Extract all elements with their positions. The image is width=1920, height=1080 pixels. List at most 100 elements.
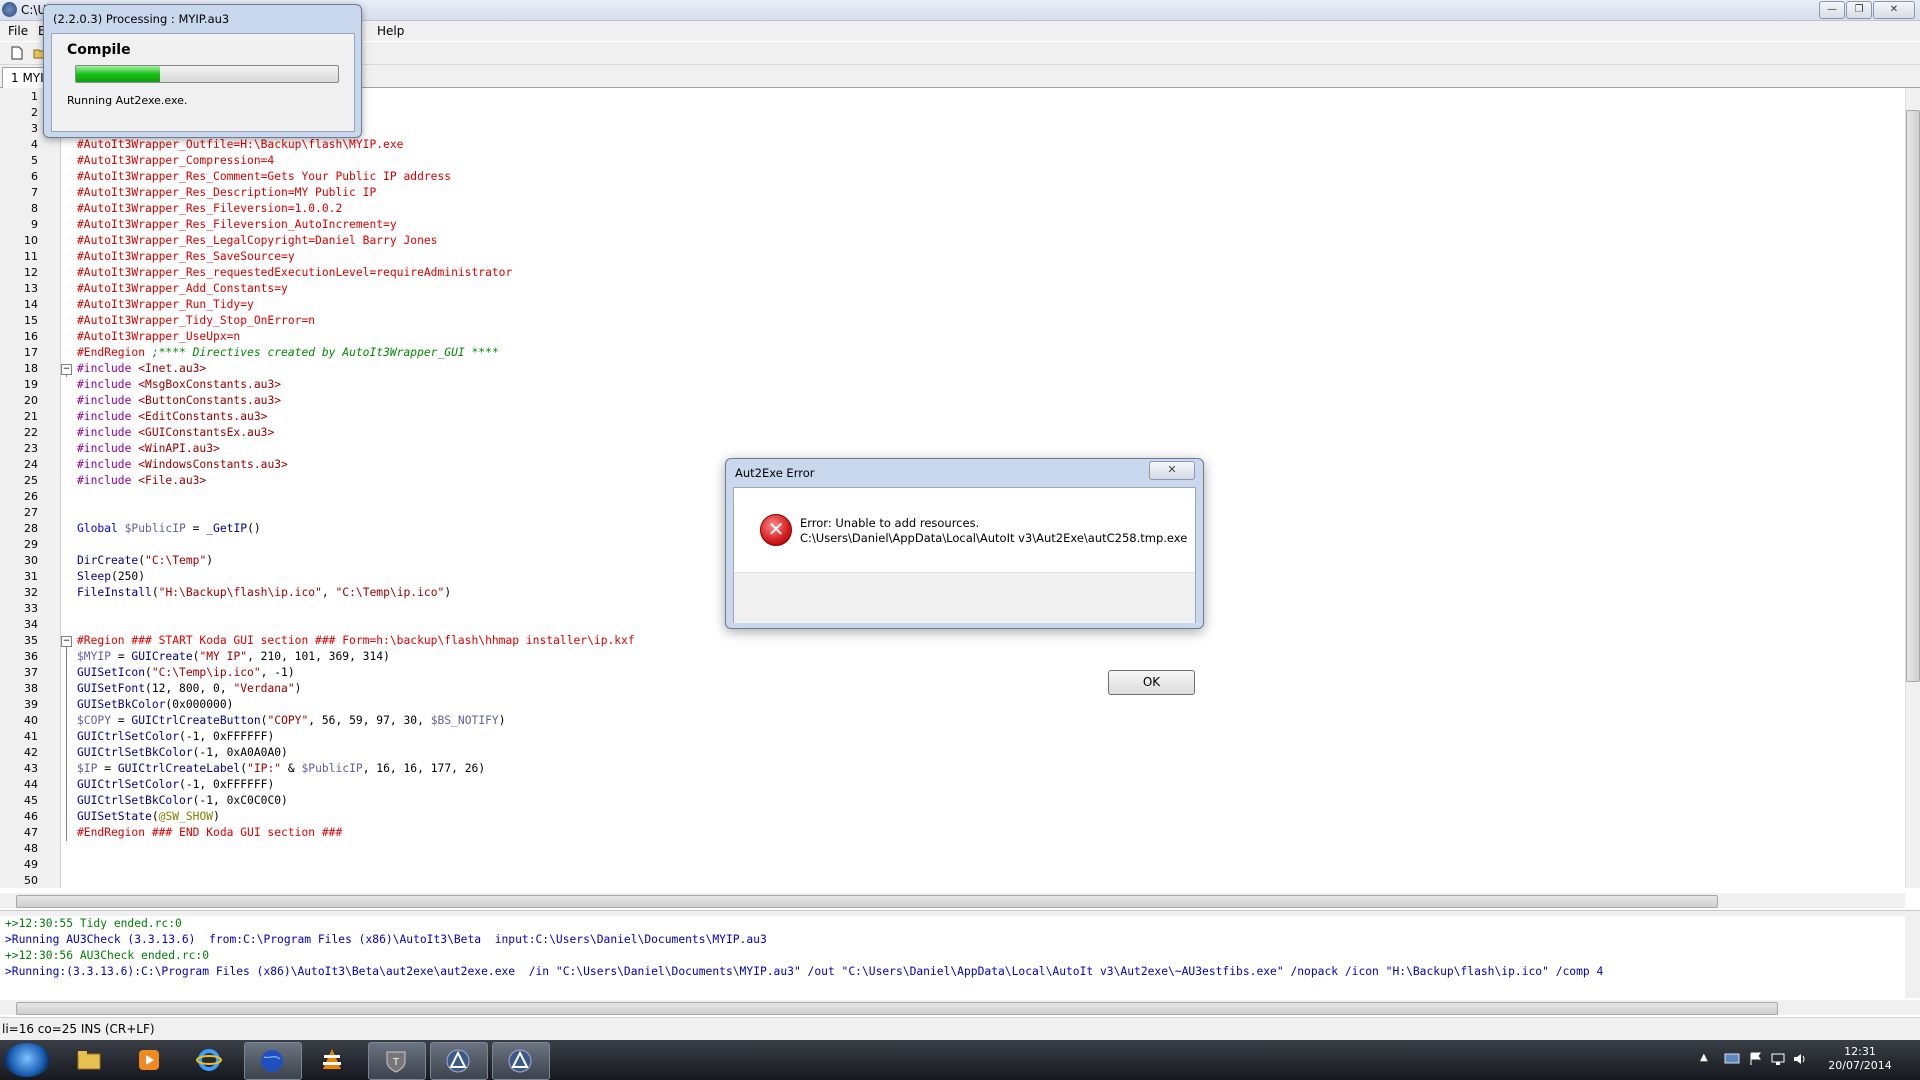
output-line: +>12:30:56 AU3Check ended.rc:0 xyxy=(5,949,210,962)
code-line: #include <GUIConstantsEx.au3> xyxy=(77,426,275,439)
internet-explorer-icon xyxy=(196,1049,222,1071)
code-line: $IP = GUICtrlCreateLabel("IP:" & $Public… xyxy=(77,762,486,775)
line-number: 20 xyxy=(24,394,38,407)
taskbar-vlc[interactable] xyxy=(305,1042,361,1078)
menu-file[interactable]: File xyxy=(8,24,28,38)
line-number: 43 xyxy=(24,762,38,775)
progress-status: Running Aut2exe.exe. xyxy=(67,94,188,107)
action-center-flag-icon[interactable] xyxy=(1748,1051,1764,1067)
maximize-button[interactable]: ❐ xyxy=(1846,1,1872,19)
output-horizontal-scroll-thumb[interactable] xyxy=(16,1002,1778,1015)
network-monitor-icon[interactable] xyxy=(1724,1051,1740,1067)
code-line: #AutoIt3Wrapper_Tidy_Stop_OnError=n xyxy=(77,314,316,327)
volume-icon[interactable] xyxy=(1792,1051,1808,1067)
line-number: 5 xyxy=(31,154,38,167)
world-of-tanks-icon: T xyxy=(386,1051,406,1073)
aut2exe-error-dialog: Aut2Exe Error ✕ ✕ Error: Unable to add r… xyxy=(725,458,1204,695)
progress-bar xyxy=(75,65,339,83)
fold-guide xyxy=(66,375,67,377)
code-line: #include <WindowsConstants.au3> xyxy=(77,458,288,471)
code-line: #include <ButtonConstants.au3> xyxy=(77,394,282,407)
line-number: 30 xyxy=(24,554,38,567)
show-hidden-icons-icon[interactable]: ▲ xyxy=(1700,1052,1708,1063)
ok-button[interactable]: OK xyxy=(1108,670,1195,695)
code-line: #AutoIt3Wrapper_Run_Tidy=y xyxy=(77,298,254,311)
taskbar-globe-app[interactable] xyxy=(244,1042,302,1080)
error-dialog-close-button[interactable]: ✕ xyxy=(1149,461,1195,480)
code-line: GUICtrlSetBkColor(-1, 0xC0C0C0) xyxy=(77,794,288,807)
editor-horizontal-scroll-thumb[interactable] xyxy=(16,895,1718,908)
line-number: 18 xyxy=(24,362,38,375)
start-button[interactable] xyxy=(4,1043,50,1077)
line-number: 47 xyxy=(24,826,38,839)
line-number: 39 xyxy=(24,698,38,711)
line-number: 3 xyxy=(31,122,38,135)
code-line: #AutoIt3Wrapper_Compression=4 xyxy=(77,154,275,167)
status-bar: li=16 co=25 INS (CR+LF) xyxy=(0,1017,1920,1040)
line-number: 16 xyxy=(24,330,38,343)
code-line: GUICtrlSetColor(-1, 0xFFFFFF) xyxy=(77,778,275,791)
line-number: 4 xyxy=(31,138,38,151)
code-line: $MYIP = GUICreate("MY IP", 210, 101, 369… xyxy=(77,650,390,663)
taskbar-autoit[interactable] xyxy=(430,1042,488,1080)
taskbar-autoit-2[interactable] xyxy=(492,1042,550,1080)
line-number: 48 xyxy=(24,842,38,855)
taskbar-media-player[interactable] xyxy=(122,1042,178,1078)
fold-toggle-icon[interactable]: − xyxy=(61,364,72,375)
line-number: 28 xyxy=(24,522,38,535)
line-number: 42 xyxy=(24,746,38,759)
code-line: GUISetBkColor(0x000000) xyxy=(77,698,234,711)
clock-time: 12:31 xyxy=(1844,1045,1876,1058)
output-line: +>12:30:55 Tidy ended.rc:0 xyxy=(5,917,182,930)
code-line: #AutoIt3Wrapper_Add_Constants=y xyxy=(77,282,288,295)
code-line: GUICtrlSetBkColor(-1, 0xA0A0A0) xyxy=(77,746,288,759)
network-icon[interactable] xyxy=(1770,1051,1786,1067)
editor-vertical-scroll-thumb[interactable] xyxy=(1906,110,1920,682)
code-line: Sleep(250) xyxy=(77,570,146,583)
code-line: #AutoIt3Wrapper_Res_Fileversion=1.0.0.2 xyxy=(77,202,343,215)
explorer-icon xyxy=(77,1051,101,1070)
code-line: #AutoIt3Wrapper_Res_Fileversion_AutoIncr… xyxy=(77,218,397,231)
taskbar-explorer[interactable] xyxy=(62,1042,118,1078)
line-number: 10 xyxy=(24,234,38,247)
line-number: 50 xyxy=(24,874,38,887)
output-vertical-scrollbar[interactable] xyxy=(1905,916,1920,998)
output-line: >Running:(3.3.13.6):C:\Program Files (x8… xyxy=(5,965,1604,978)
line-number: 8 xyxy=(31,202,38,215)
output-console[interactable]: +>12:30:55 Tidy ended.rc:0 >Running AU3C… xyxy=(0,916,1905,998)
fold-toggle-icon[interactable]: − xyxy=(61,636,72,647)
code-line: GUISetFont(12, 800, 0, "Verdana") xyxy=(77,682,302,695)
progress-bar-fill xyxy=(76,66,160,82)
code-line: #include <WinAPI.au3> xyxy=(77,442,220,455)
code-line: FileInstall("H:\Backup\flash\ip.ico", "C… xyxy=(77,586,452,599)
globe-icon xyxy=(261,1050,283,1072)
line-number: 35 xyxy=(24,634,38,647)
menu-help[interactable]: Help xyxy=(377,24,404,38)
taskbar-world-of-tanks[interactable]: T xyxy=(368,1042,426,1080)
code-line: GUICtrlSetColor(-1, 0xFFFFFF) xyxy=(77,730,275,743)
code-line: #AutoIt3Wrapper_Res_Description=MY Publi… xyxy=(77,186,377,199)
line-number: 31 xyxy=(24,570,38,583)
line-number: 22 xyxy=(24,426,38,439)
line-number: 2 xyxy=(31,106,38,119)
progress-dialog-title: (2.2.0.3) Processing : MYIP.au3 xyxy=(53,12,230,26)
minimize-button[interactable]: — xyxy=(1819,1,1845,19)
line-number: 37 xyxy=(24,666,38,679)
code-line: #include <EditConstants.au3> xyxy=(77,410,268,423)
line-number: 32 xyxy=(24,586,38,599)
error-dialog-body: ✕ Error: Unable to add resources. C:\Use… xyxy=(733,487,1196,695)
line-number: 36 xyxy=(24,650,38,663)
code-line: #EndRegion ;**** Directives created by A… xyxy=(77,346,499,359)
compile-progress-dialog: (2.2.0.3) Processing : MYIP.au3 Compile … xyxy=(43,4,362,138)
close-button[interactable]: ✕ xyxy=(1873,1,1915,19)
error-dialog-footer: OK xyxy=(734,572,1195,695)
line-number: 14 xyxy=(24,298,38,311)
taskbar-clock[interactable]: 12:31 20/07/2014 xyxy=(1820,1045,1900,1073)
code-line: $COPY = GUICtrlCreateButton("COPY", 56, … xyxy=(77,714,506,727)
line-number: 17 xyxy=(24,346,38,359)
line-number: 9 xyxy=(31,218,38,231)
code-line: #AutoIt3Wrapper_Res_SaveSource=y xyxy=(77,250,295,263)
taskbar-internet-explorer[interactable] xyxy=(182,1042,238,1078)
cursor-position-status: li=16 co=25 INS (CR+LF) xyxy=(2,1022,155,1036)
new-file-icon[interactable] xyxy=(10,46,24,60)
